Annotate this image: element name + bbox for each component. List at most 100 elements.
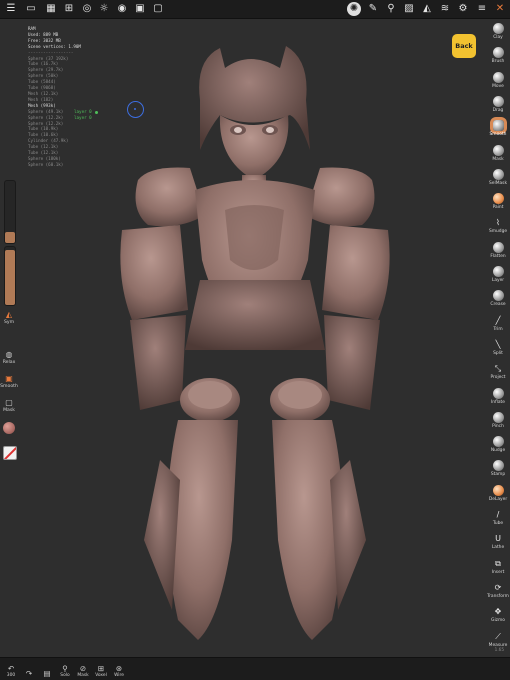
brush-settings-icon[interactable]: ✺ bbox=[347, 2, 361, 16]
undo-button[interactable]: ↶ 300 bbox=[2, 664, 20, 678]
insert-icon: ⧉ bbox=[495, 558, 501, 568]
wire-button[interactable]: ⊛ Wire bbox=[110, 664, 128, 678]
gizmo-icon: ✥ bbox=[494, 607, 502, 617]
sliders-icon[interactable]: ≡ bbox=[475, 2, 489, 16]
tool-smooth[interactable]: Smooth bbox=[486, 120, 510, 137]
smooth-icon bbox=[492, 120, 504, 132]
tool-transform[interactable]: ⟳ Transform bbox=[486, 582, 510, 599]
tool-drag[interactable]: Drag bbox=[486, 95, 510, 113]
tool-nudge[interactable]: Nudge bbox=[486, 436, 510, 453]
tool-label: Drag bbox=[492, 107, 504, 113]
clipboard-icon: ▤ bbox=[43, 669, 51, 678]
tool-label: Pinch bbox=[492, 423, 504, 429]
tool-clay[interactable]: Clay bbox=[486, 23, 510, 40]
smooth-icon: ▣ bbox=[5, 374, 13, 383]
tool-insert[interactable]: ⧉ Insert bbox=[486, 558, 510, 575]
relax-label: Relax bbox=[2, 360, 16, 365]
tool-stamp[interactable]: Stamp bbox=[486, 460, 510, 477]
tool-move[interactable]: Move bbox=[486, 71, 510, 89]
intensity-slider[interactable] bbox=[4, 246, 16, 306]
tool-label: Stamp bbox=[490, 472, 506, 478]
tool-trim[interactable]: ╱ Trim bbox=[486, 315, 510, 332]
camera-icon[interactable]: ▢ bbox=[151, 2, 165, 16]
version-label: 1.65 bbox=[494, 647, 504, 652]
tool-label: Smooth bbox=[489, 132, 507, 138]
sun-icon[interactable]: ☼ bbox=[97, 2, 111, 16]
voxel-button[interactable]: ⊞ Voxel bbox=[92, 664, 110, 678]
crease-icon bbox=[492, 290, 504, 302]
tool-delayer[interactable]: DeLayer bbox=[486, 484, 510, 502]
sphere-icon[interactable]: ◎ bbox=[80, 2, 94, 16]
tool-label: Lathe bbox=[491, 545, 505, 551]
clipboard-button[interactable]: ▤ bbox=[38, 669, 56, 678]
pinch-icon bbox=[492, 411, 504, 423]
tool-pinch[interactable]: Pinch bbox=[486, 411, 510, 429]
undo-icon: ↶ bbox=[7, 664, 15, 673]
symmetry-toggle[interactable]: ◭ Sym bbox=[0, 310, 18, 325]
undo-count: 300 bbox=[6, 673, 16, 678]
back-button[interactable]: Back bbox=[452, 34, 476, 58]
material-ball-icon[interactable] bbox=[3, 422, 15, 434]
gear-icon[interactable]: ⚙ bbox=[456, 2, 470, 16]
mask-toggle-label: Mask bbox=[77, 673, 89, 678]
no-color-slash bbox=[4, 447, 16, 459]
target-icon[interactable]: ◉ bbox=[115, 2, 129, 16]
tool-flatten[interactable]: Flatten bbox=[486, 241, 510, 259]
tool-paint[interactable]: Paint bbox=[486, 193, 510, 210]
brush-icon[interactable]: ✕ bbox=[493, 2, 507, 16]
symmetry-icon: ◭ bbox=[5, 310, 13, 319]
tool-label: Clay bbox=[493, 35, 503, 40]
flatten-icon bbox=[492, 241, 504, 253]
eye-slash-icon: ⊘ bbox=[79, 664, 87, 673]
relax-button[interactable]: ◍ Relax bbox=[0, 350, 18, 365]
view-icon[interactable]: ▦ bbox=[44, 2, 58, 16]
wire-icon: ⊛ bbox=[115, 664, 123, 673]
tool-label: Layer bbox=[491, 278, 505, 283]
menu-icon[interactable]: ☰ bbox=[4, 2, 18, 16]
delayer-icon bbox=[492, 484, 504, 496]
radius-slider-fill bbox=[5, 231, 15, 243]
layer-icon bbox=[492, 266, 504, 277]
layers-icon[interactable]: ≋ bbox=[438, 2, 452, 16]
tool-split[interactable]: ╲ Split bbox=[486, 339, 510, 356]
tool-measure[interactable]: ⟋ Measure bbox=[486, 631, 510, 648]
project-icon: ⤡ bbox=[494, 364, 502, 374]
folder-icon[interactable]: ▭ bbox=[24, 2, 38, 16]
tool-label: Brush bbox=[491, 59, 505, 65]
tool-tube[interactable]: / Tube bbox=[486, 509, 510, 526]
pen-icon[interactable]: ✎ bbox=[366, 2, 380, 16]
mask-toggle-button[interactable]: ⊘ Mask bbox=[74, 664, 92, 678]
grid-icon[interactable]: ⊞ bbox=[62, 2, 76, 16]
tool-label: Inflate bbox=[491, 399, 505, 405]
tool-smudge[interactable]: ⌇ Smudge bbox=[486, 217, 510, 234]
radius-slider[interactable] bbox=[4, 180, 16, 244]
tool-label: Split bbox=[493, 350, 503, 356]
tool-label: Gizmo bbox=[491, 618, 505, 624]
tool-gizmo[interactable]: ✥ Gizmo bbox=[486, 606, 510, 623]
eyedropper-icon[interactable]: ⚲ bbox=[384, 2, 398, 16]
tool-selmask[interactable]: SelMask bbox=[486, 168, 510, 186]
smooth-button[interactable]: ▣ Smooth bbox=[0, 374, 18, 389]
sculpt-viewport[interactable] bbox=[60, 20, 450, 660]
tool-brush[interactable]: Brush bbox=[486, 47, 510, 64]
tool-lathe[interactable]: Ս Lathe bbox=[486, 533, 510, 550]
mask-icon bbox=[492, 144, 504, 156]
tool-mask[interactable]: Mask bbox=[486, 144, 510, 162]
solo-button[interactable]: ⚲ Solo bbox=[56, 664, 74, 678]
lathe-icon: Ս bbox=[495, 534, 501, 544]
relax-icon: ◍ bbox=[5, 350, 13, 359]
tool-layer[interactable]: Layer bbox=[486, 266, 510, 283]
redo-button[interactable]: ↷ bbox=[20, 669, 38, 678]
image-icon[interactable]: ▣ bbox=[133, 2, 147, 16]
triangle-icon[interactable]: ◭ bbox=[420, 2, 434, 16]
solo-label: Solo bbox=[60, 673, 70, 678]
tool-inflate[interactable]: Inflate bbox=[486, 387, 510, 405]
photo-icon[interactable]: ▨ bbox=[402, 2, 416, 16]
inflate-icon bbox=[492, 387, 504, 399]
mask-button[interactable]: ▢ Mask bbox=[0, 398, 18, 413]
voxel-icon: ⊞ bbox=[97, 664, 105, 673]
tool-project[interactable]: ⤡ Project bbox=[486, 363, 510, 380]
trim-icon: ╱ bbox=[495, 315, 501, 325]
color-swatch[interactable] bbox=[3, 446, 17, 460]
tool-crease[interactable]: Crease bbox=[486, 290, 510, 307]
